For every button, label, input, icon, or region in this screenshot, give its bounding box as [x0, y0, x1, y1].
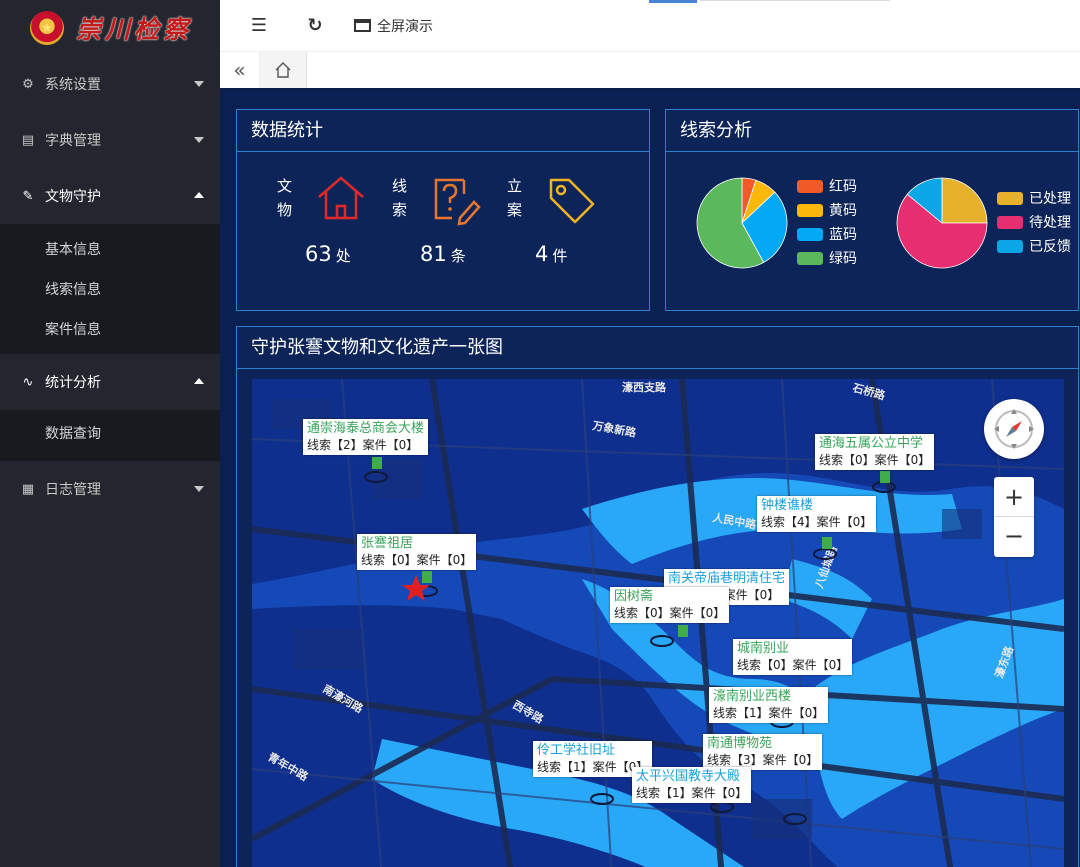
- sidebar-item-label: 系统设置: [45, 77, 101, 93]
- menu-fold-icon: ☰: [250, 15, 268, 36]
- compass-button[interactable]: [984, 399, 1044, 459]
- tab-scroll-left-button[interactable]: «: [220, 52, 260, 88]
- compass-icon: [994, 409, 1034, 449]
- fullscreen-button[interactable]: 全屏演示: [354, 0, 433, 52]
- map-pin-haonan-villa-west[interactable]: 濠南别业西楼 线索【1】案件【0】: [709, 687, 829, 723]
- road-label: 濠西支路: [622, 380, 667, 394]
- stat-label: 线索: [392, 177, 408, 219]
- stat-label: 立案: [507, 177, 523, 219]
- legend-item-green[interactable]: 绿码: [797, 246, 857, 270]
- refresh-icon: ↻: [307, 15, 323, 36]
- tag-icon: [549, 178, 595, 224]
- refresh-button[interactable]: ↻: [298, 0, 332, 52]
- sidebar-item-logs[interactable]: ▦ 日志管理: [0, 461, 220, 517]
- sidebar-item-label: 字典管理: [45, 133, 101, 149]
- chevron-down-icon: [194, 137, 204, 143]
- edit-icon: ✎: [22, 188, 34, 204]
- document-icon: ▤: [21, 132, 35, 148]
- chevron-down-icon: [194, 81, 204, 87]
- map-pin-tonghai-school[interactable]: 通海五属公立中学 线索【0】案件【0】: [815, 434, 935, 470]
- topbar-divider: [700, 0, 890, 1]
- map-pin-nantong-museum[interactable]: 南通博物苑 线索【3】案件【0】: [703, 734, 823, 770]
- dashboard: 数据统计 文物 63 处 线索 81 条 立案 4 件 线索分析 红码 黄码 蓝…: [220, 91, 1080, 867]
- stat-label: 文物: [277, 177, 293, 219]
- status-legend: 已处理 待处理 已反馈: [997, 186, 1071, 258]
- chevron-up-icon: [194, 378, 204, 384]
- sidebar: ★ 崇川检察 ⚙ 系统设置 ▤ 字典管理 ✎ 文物守护 基本信息 线索信息 案件…: [0, 0, 220, 867]
- fullscreen-icon: [354, 19, 371, 32]
- legend-item-red[interactable]: 红码: [797, 174, 857, 198]
- stats-panel: 数据统计 文物 63 处 线索 81 条 立案 4 件: [236, 109, 650, 311]
- map-pin-taiping-temple[interactable]: 太平兴国教寺大殿 线索【1】案件【0】: [632, 767, 752, 803]
- sidebar-item-label: 日志管理: [45, 482, 101, 498]
- brand-title: 崇川检察: [76, 15, 193, 44]
- stats-panel-title: 数据统计: [237, 110, 649, 152]
- chevron-down-icon: [194, 486, 204, 492]
- sidebar-item-label: 文物守护: [45, 189, 101, 205]
- stat-cases: 立案 4件: [507, 174, 622, 284]
- legend-item-feedback[interactable]: 已反馈: [997, 234, 1071, 258]
- collapse-menu-button[interactable]: ☰: [220, 0, 298, 52]
- brand: ★ 崇川检察: [0, 0, 220, 56]
- sidebar-subitem-clue-info[interactable]: 线索信息: [0, 269, 220, 309]
- question-edit-icon: [434, 178, 481, 226]
- sidebar-item-system-settings[interactable]: ⚙ 系统设置: [0, 56, 220, 112]
- road-label: 石桥路: [850, 380, 887, 403]
- legend-item-pending[interactable]: 待处理: [997, 210, 1071, 234]
- sidebar-item-dictionary[interactable]: ▤ 字典管理: [0, 112, 220, 168]
- submenu-statistics: 数据查询: [0, 410, 220, 461]
- zoom-control: + −: [994, 477, 1034, 557]
- sidebar-subitem-basic-info[interactable]: 基本信息: [0, 229, 220, 269]
- map-panel-title: 守护张謇文物和文化遗产一张图: [237, 327, 1078, 369]
- heritage-map[interactable]: 濠西支路 万象新路 石桥路 人民中路 八仙城路 濠东路 西寺路 南濠河路 青年中…: [252, 379, 1064, 867]
- topbar-accent: [649, 0, 697, 3]
- legend-item-blue[interactable]: 蓝码: [797, 222, 857, 246]
- sidebar-subitem-case-info[interactable]: 案件信息: [0, 309, 220, 349]
- zoom-out-button[interactable]: −: [994, 517, 1034, 557]
- legend-item-processed[interactable]: 已处理: [997, 186, 1071, 210]
- clue-panel-title: 线索分析: [666, 110, 1078, 152]
- clue-analysis-panel: 线索分析 红码 黄码 蓝码 绿码 已处理 待处理 已反馈: [665, 109, 1079, 311]
- pulse-icon: ∿: [22, 374, 34, 390]
- road-label: 万象新路: [590, 418, 638, 440]
- stat-value: 63 处: [305, 242, 351, 266]
- map-pin-bell-tower[interactable]: 钟楼谯楼 线索【4】案件【0】: [757, 496, 877, 532]
- house-icon: [318, 176, 364, 220]
- sidebar-subitem-data-query[interactable]: 数据查询: [0, 410, 220, 455]
- topbar: ☰ ↻ 全屏演示: [220, 0, 1080, 52]
- gear-icon: ⚙: [22, 76, 34, 92]
- map-pin-yinshu-studio[interactable]: 因树斋 线索【0】案件【0】: [610, 587, 730, 623]
- sidebar-item-relic-protection[interactable]: ✎ 文物守护: [0, 168, 220, 224]
- status-pie-chart: [896, 177, 988, 269]
- color-code-legend: 红码 黄码 蓝码 绿码: [797, 174, 857, 270]
- submenu-relic-protection: 基本信息 线索信息 案件信息: [0, 224, 220, 354]
- stat-value: 81 条: [420, 242, 466, 266]
- chevron-up-icon: [194, 192, 204, 198]
- road-label: 青年中路: [266, 749, 312, 784]
- home-icon: [275, 62, 291, 78]
- tab-home[interactable]: [260, 52, 307, 88]
- fullscreen-label: 全屏演示: [377, 18, 433, 35]
- zoom-in-button[interactable]: +: [994, 477, 1034, 517]
- tab-bar: «: [220, 52, 1080, 90]
- map-pin-zhangjian-residence[interactable]: 张謇祖居 线索【0】案件【0】: [357, 534, 477, 570]
- stat-value: 4件: [535, 242, 568, 266]
- legend-item-yellow[interactable]: 黄码: [797, 198, 857, 222]
- map-pin-commerce-hall[interactable]: 通崇海泰总商会大楼 线索【2】案件【0】: [303, 419, 429, 455]
- sidebar-item-statistics[interactable]: ∿ 统计分析: [0, 354, 220, 410]
- sidebar-item-label: 统计分析: [45, 375, 101, 391]
- stat-clues: 线索 81 条: [392, 174, 507, 284]
- map-panel: 守护张謇文物和文化遗产一张图 濠西支路 万象新路 石桥路 人民中路 八仙城路 濠…: [236, 326, 1079, 867]
- map-pin-chengnan-villa[interactable]: 城南别业 线索【0】案件【0】: [733, 639, 853, 675]
- procuratorate-emblem-icon: ★: [30, 11, 64, 45]
- stat-relics: 文物 63 处: [277, 174, 392, 284]
- color-code-pie-chart: [696, 177, 788, 269]
- table-icon: ▦: [21, 481, 35, 497]
- pie-slice-0[interactable]: [941, 177, 988, 224]
- double-chevron-left-icon: «: [233, 58, 246, 82]
